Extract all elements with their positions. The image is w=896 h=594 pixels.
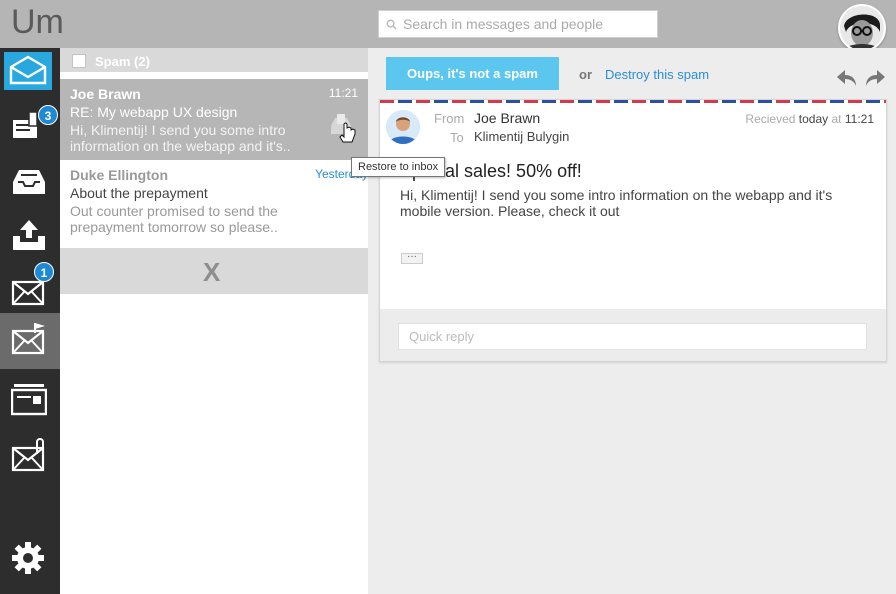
- flagged-envelope-icon: [11, 323, 45, 355]
- notes-badge: 3: [38, 105, 58, 125]
- sidebar-item-archive[interactable]: [0, 376, 60, 432]
- close-list-bar[interactable]: X: [60, 248, 368, 294]
- message-subject: RE: My webapp UX design: [70, 104, 238, 120]
- search-input[interactable]: [403, 11, 653, 37]
- sidebar-item-sent[interactable]: [0, 212, 60, 268]
- message-preview: Hi, Klimentij! I send you some intro inf…: [70, 122, 291, 154]
- message-subject: About the prepayment: [70, 185, 208, 201]
- message-sender: Joe Brawn: [70, 86, 141, 102]
- sidebar-item-home[interactable]: [0, 48, 60, 104]
- show-more-button[interactable]: ···: [401, 252, 423, 264]
- message-preview: Out counter promised to send the prepaym…: [70, 203, 278, 235]
- incoming-badge: 1: [34, 262, 54, 282]
- inbox-tray-icon: [13, 170, 45, 194]
- received-label: Recieved: [745, 112, 796, 126]
- restore-tooltip: Restore to inbox: [351, 157, 446, 177]
- list-header: Spam (2): [60, 48, 368, 72]
- received-info: Recieved today at 11:21: [745, 112, 874, 126]
- sidebar-item-spam[interactable]: [0, 313, 71, 369]
- user-photo-icon: [840, 6, 884, 50]
- app-logo[interactable]: Um: [11, 3, 64, 42]
- quick-reply-area: [380, 309, 886, 361]
- received-day: today: [798, 112, 829, 126]
- quick-reply-input[interactable]: [398, 323, 867, 350]
- sidebar-item-notes[interactable]: 3: [0, 100, 60, 156]
- destroy-spam-link[interactable]: Destroy this spam: [605, 67, 709, 82]
- sidebar: 3 1: [0, 48, 71, 594]
- top-bar: Um: [0, 0, 896, 52]
- restore-to-inbox-icon[interactable]: [328, 112, 358, 144]
- upload-tray-icon: [13, 220, 45, 250]
- list-item[interactable]: Duke Ellington Yesterday About the prepa…: [60, 160, 368, 241]
- sidebar-item-attachments[interactable]: [0, 432, 60, 488]
- gear-icon: [12, 542, 44, 574]
- from-label: From: [434, 111, 465, 126]
- message-sender: Duke Ellington: [70, 167, 168, 183]
- close-icon[interactable]: X: [203, 257, 220, 288]
- search-icon: [386, 19, 397, 30]
- archive-stack-icon: [11, 384, 47, 416]
- envelope-open-icon: [9, 55, 47, 85]
- select-all-checkbox[interactable]: [72, 54, 86, 68]
- message-card: From Joe Brawn To Klimentij Bulygin Reci…: [379, 99, 887, 362]
- received-time: 11:21: [844, 112, 874, 126]
- sender-name[interactable]: Joe Brawn: [474, 110, 540, 126]
- received-at: at: [831, 112, 842, 126]
- to-label: To: [450, 130, 464, 145]
- sidebar-item-inbox[interactable]: [0, 156, 60, 212]
- sender-photo-icon: [386, 110, 420, 144]
- message-time: 11:21: [328, 86, 358, 100]
- reply-arrow-icon[interactable]: [836, 68, 858, 88]
- recipient-name[interactable]: Klimentij Bulygin: [474, 129, 569, 144]
- message-list: Spam (2) Joe Brawn 11:21 RE: My webapp U…: [60, 48, 368, 594]
- sender-avatar[interactable]: [386, 110, 420, 144]
- airmail-border: [380, 100, 886, 103]
- reading-pane: Oups, it's not a spam or Destroy this sp…: [368, 48, 896, 594]
- list-item[interactable]: Joe Brawn 11:21 RE: My webapp UX design …: [60, 79, 368, 160]
- not-spam-button[interactable]: Oups, it's not a spam: [386, 57, 559, 90]
- mail-body: Hi, Klimentij! I send you some intro inf…: [400, 187, 833, 219]
- search-box[interactable]: [378, 10, 658, 38]
- attachment-envelope-icon: [11, 438, 45, 472]
- forward-arrow-icon[interactable]: [864, 68, 886, 88]
- folder-title: Spam (2): [95, 54, 150, 69]
- sidebar-item-settings[interactable]: [0, 532, 60, 588]
- or-label: or: [579, 67, 592, 82]
- user-avatar[interactable]: [838, 4, 886, 52]
